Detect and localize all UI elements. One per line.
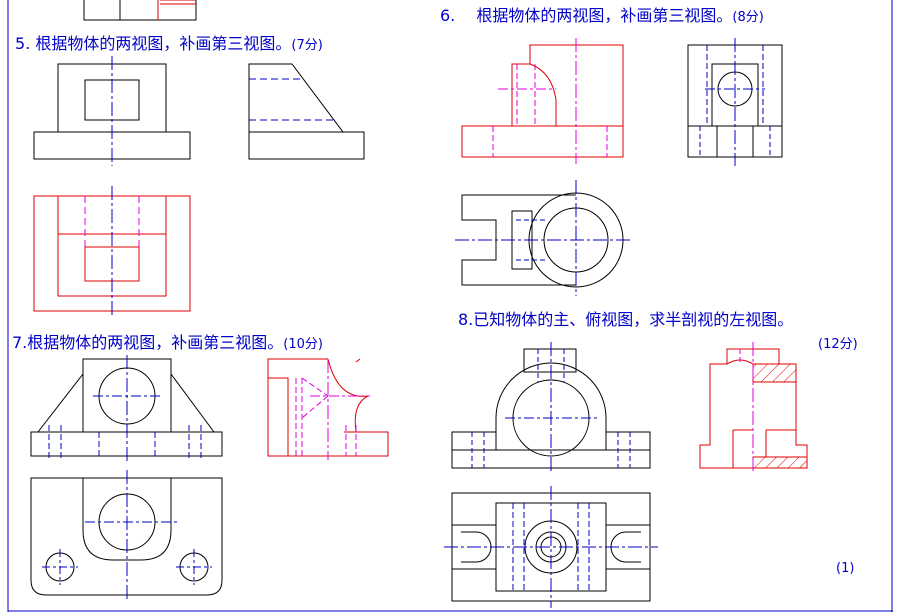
problem-7-top-view (30, 470, 223, 600)
question-7-number: 7. (12, 333, 28, 352)
problem-7-answer-side-view (267, 358, 389, 460)
question-6-title: 6. 根据物体的两视图，补画第三视图。(8分) (440, 6, 764, 25)
question-5-text: 根据物体的两视图，补画第三视图。 (35, 34, 292, 53)
question-5-points: (7分) (291, 38, 323, 53)
problem-8-front-view (451, 342, 651, 474)
problem-6-top-view (455, 180, 632, 296)
drawing-sheet (7, 0, 893, 612)
problem-5-front-view (33, 56, 191, 166)
question-6-text: 根据物体的两视图，补画第三视图。 (476, 6, 733, 25)
problem-5-side-view (248, 63, 365, 160)
question-8-points: (12分) (818, 337, 858, 352)
problem-6-front-view (461, 38, 624, 164)
question-8-title: 8.已知物体的主、俯视图，求半剖视的左视图。 (458, 312, 793, 328)
question-8-text: 已知物体的主、俯视图，求半剖视的左视图。 (473, 310, 794, 329)
problem-7-front-view (30, 355, 223, 462)
problem-8-answer-left-view (699, 342, 808, 474)
question-6-points: (8分) (732, 10, 764, 25)
page-frame (7, 0, 893, 612)
question-5-title: 5. 根据物体的两视图，补画第三视图。(7分) (15, 34, 323, 53)
question-5-number: 5. (15, 34, 31, 53)
question-7-text: 根据物体的两视图，补画第三视图。 (27, 333, 284, 352)
problem-5-answer-top-view (33, 186, 191, 318)
question-7-title: 7.根据物体的两视图，补画第三视图。(10分) (12, 333, 323, 352)
problem-8-top-view (444, 486, 658, 608)
problem-6-side-view (687, 38, 783, 166)
previous-problem-fragment (83, 0, 197, 21)
question-8-number: 8. (458, 310, 474, 329)
question-6-number: 6. (440, 6, 456, 25)
page-marker: (1) (836, 561, 855, 576)
question-7-points: (10分) (283, 337, 323, 352)
